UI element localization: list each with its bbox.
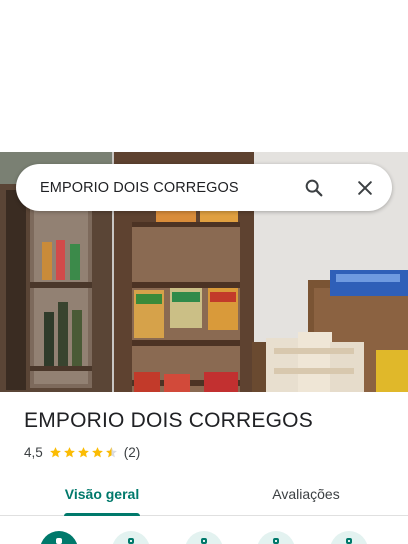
navigation-icon <box>128 538 134 544</box>
action-buttons <box>0 531 408 544</box>
save-button[interactable] <box>257 531 295 544</box>
review-count[interactable]: (2) <box>124 445 141 460</box>
search-icon[interactable] <box>302 176 326 200</box>
directions-icon <box>56 538 62 544</box>
place-page: EMPORIO DOIS CORREGOS EMPORIO DOIS CORRE… <box>0 0 408 544</box>
star-icon <box>77 447 89 458</box>
star-icon <box>49 447 61 458</box>
share-icon <box>346 538 352 544</box>
bookmark-icon <box>273 538 279 544</box>
active-tab-indicator <box>64 513 140 516</box>
phone-icon <box>201 538 207 544</box>
tab-reviews[interactable]: Avaliações <box>204 472 408 515</box>
search-query[interactable]: EMPORIO DOIS CORREGOS <box>40 180 302 196</box>
rating-value: 4,5 <box>24 445 43 460</box>
tab-overview[interactable]: Visão geral <box>0 472 204 516</box>
place-tabs: Visão geral Avaliações <box>0 472 408 516</box>
rating-stars <box>49 446 119 459</box>
star-half-icon <box>105 447 117 458</box>
search-bar[interactable]: EMPORIO DOIS CORREGOS <box>16 164 392 211</box>
start-button[interactable] <box>112 531 150 544</box>
close-icon[interactable] <box>353 176 377 200</box>
place-title: EMPORIO DOIS CORREGOS <box>24 409 313 432</box>
call-button[interactable] <box>185 531 223 544</box>
star-icon <box>63 447 75 458</box>
directions-button[interactable] <box>40 531 78 544</box>
tab-reviews-label: Avaliações <box>272 485 340 502</box>
tab-overview-label: Visão geral <box>64 485 140 502</box>
rating-row[interactable]: 4,5 (2) <box>24 445 140 460</box>
star-icon <box>91 447 103 458</box>
share-button[interactable] <box>330 531 368 544</box>
